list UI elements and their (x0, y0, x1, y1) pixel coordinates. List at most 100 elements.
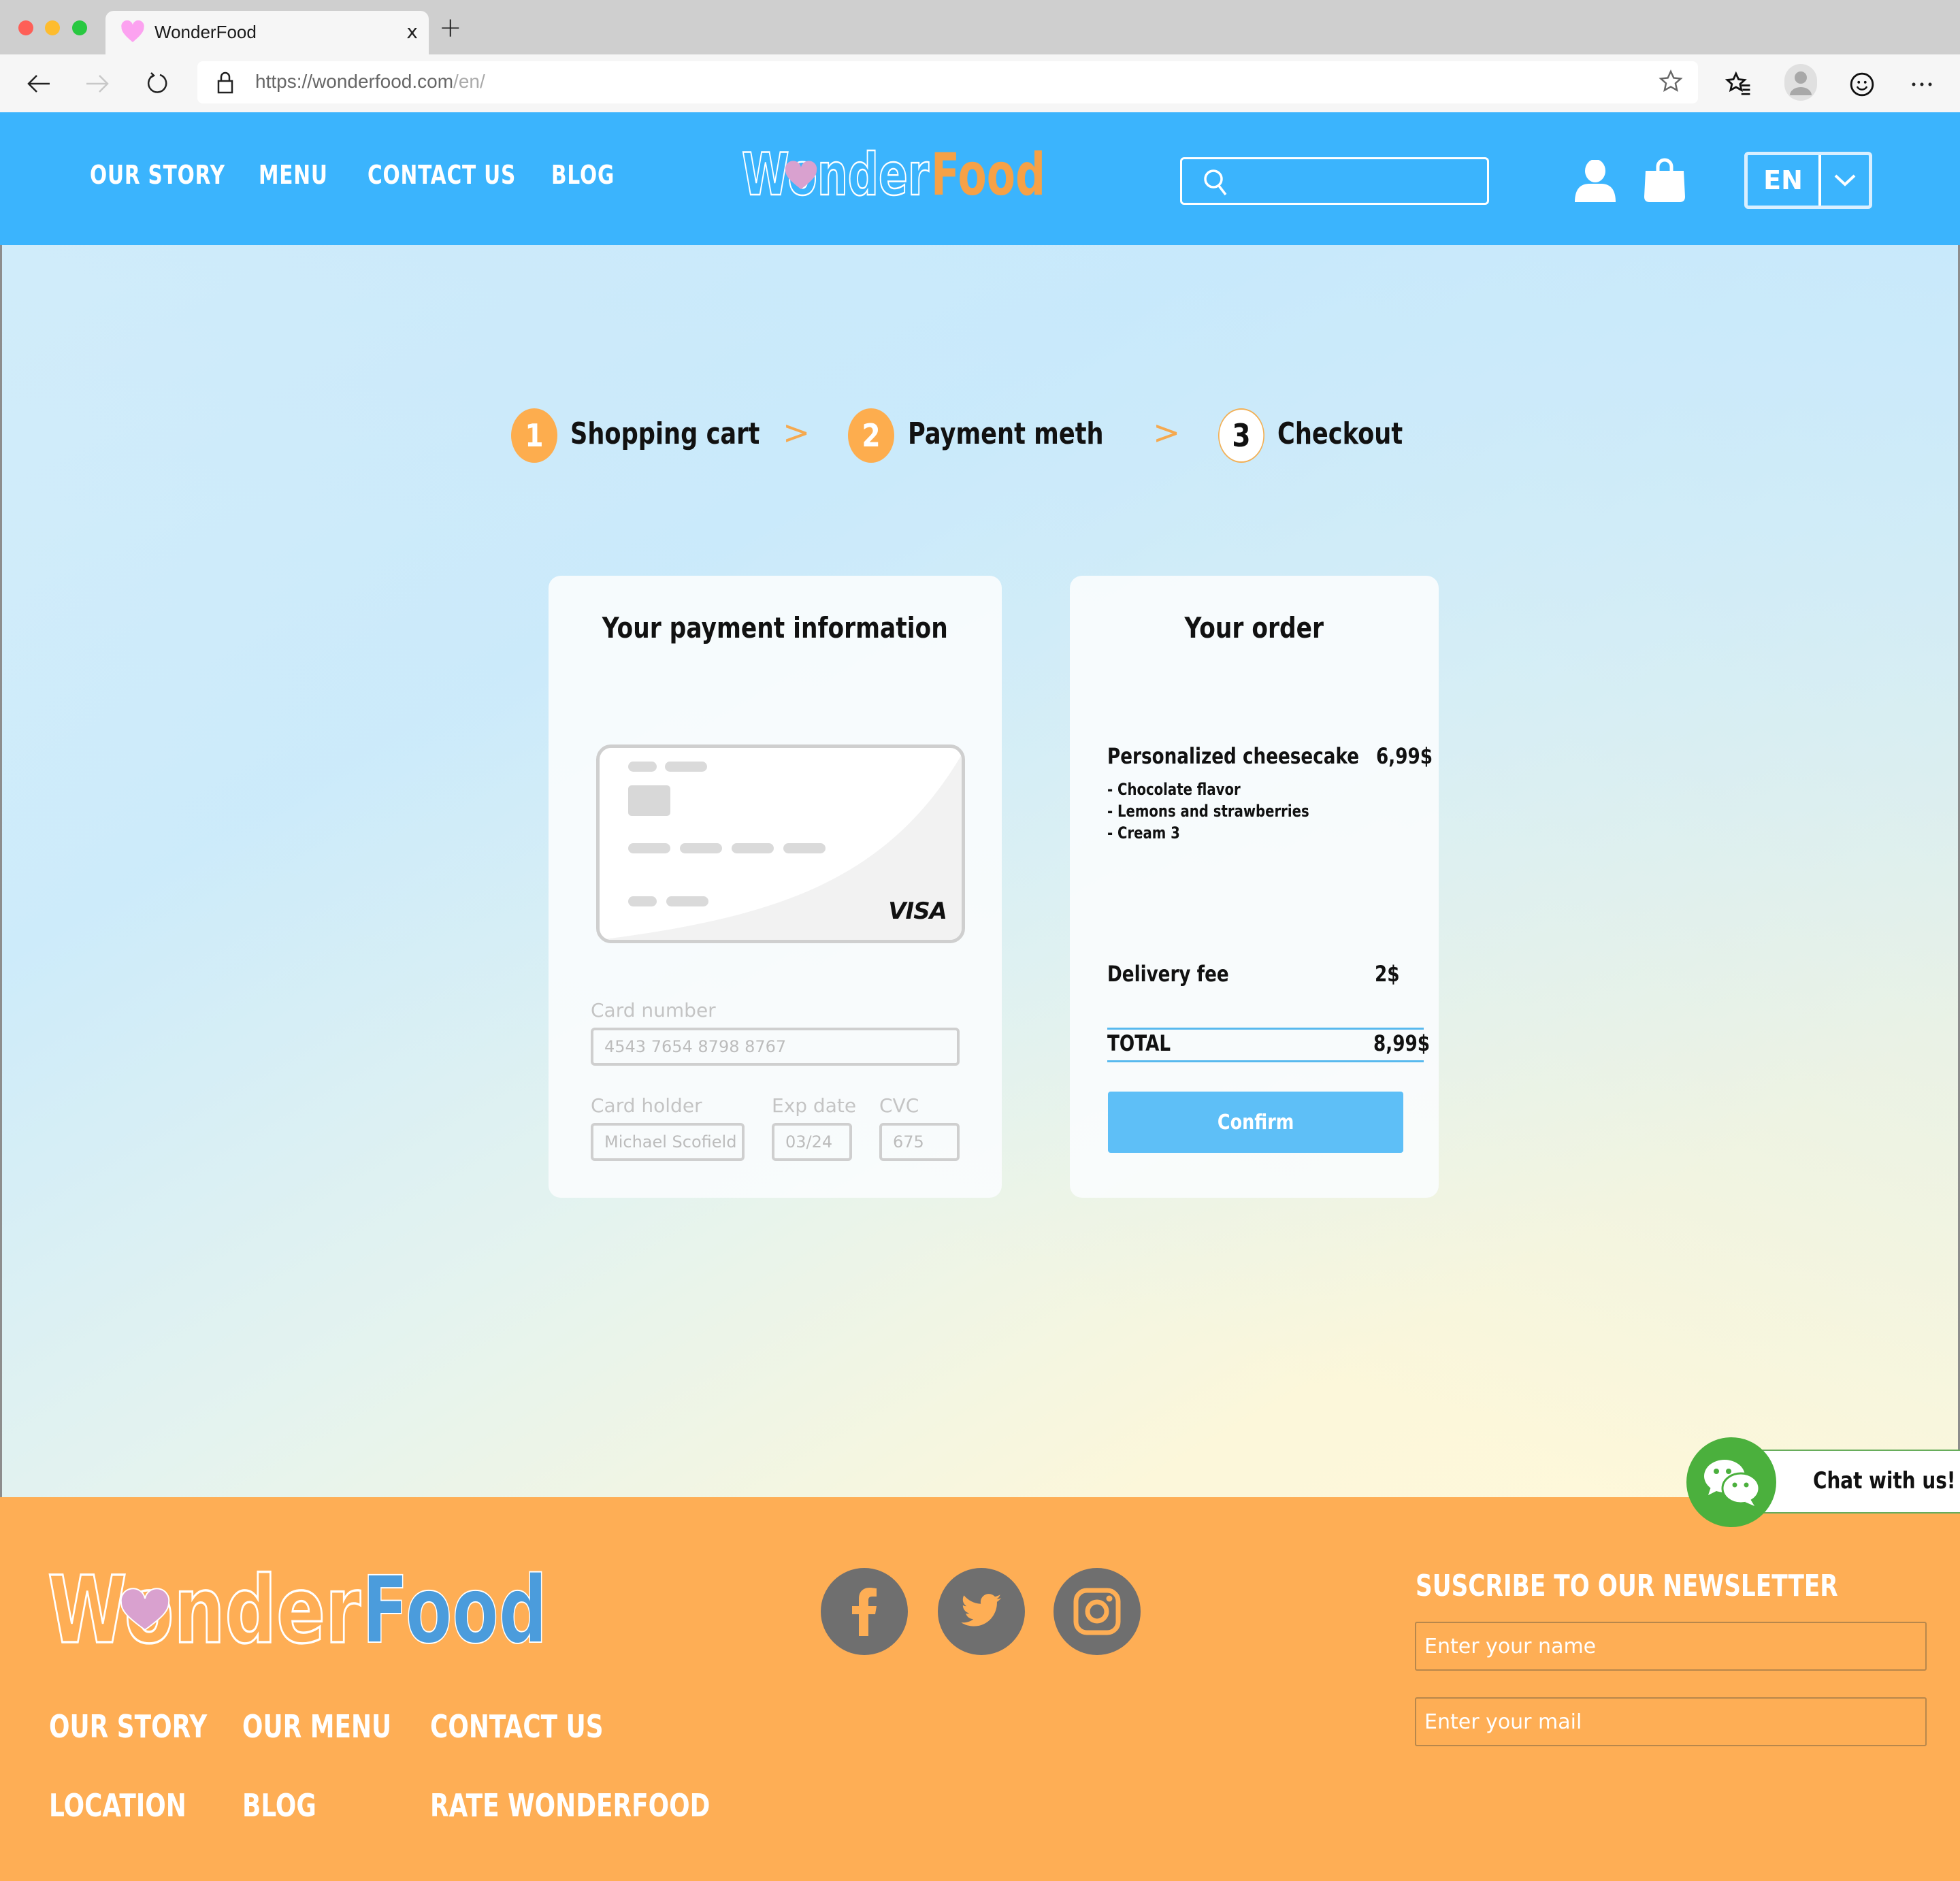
step-3-label: Checkout (1277, 416, 1403, 451)
footer-link-our-menu[interactable]: OUR MENU (242, 1708, 391, 1745)
instagram-link[interactable] (1054, 1568, 1141, 1655)
order-item-price: 6,99$ (1376, 743, 1433, 769)
exp-date-label: Exp date (772, 1094, 857, 1117)
card-placeholder-bar (666, 896, 708, 906)
site-footer: Wonder Food OUR STORY OUR MENU CONTACT U… (0, 1497, 1960, 1881)
total-bottom-divider (1107, 1060, 1424, 1062)
address-bar[interactable]: https://wonderfood.com/en/ (197, 61, 1698, 103)
back-button[interactable] (22, 67, 56, 101)
more-menu-button[interactable] (1907, 69, 1937, 99)
card-number-input[interactable] (591, 1028, 960, 1066)
card-holder-input[interactable] (591, 1123, 745, 1161)
tab-title: WonderFood (154, 22, 257, 42)
step-2-label[interactable]: Payment meth (908, 416, 1104, 451)
confirm-button-label: Confirm (1217, 1110, 1294, 1134)
visa-logo: VISA (888, 898, 947, 925)
card-placeholder-bar (628, 762, 657, 772)
nav-menu[interactable]: MENU (259, 160, 328, 190)
smiley-icon (1850, 72, 1874, 97)
order-item-option: - Cream 3 (1107, 823, 1180, 843)
footer-link-rate-wonderfood[interactable]: RATE WONDERFOOD (430, 1787, 710, 1824)
ellipsis-icon (1912, 82, 1932, 86)
instagram-icon (1073, 1588, 1121, 1635)
exp-date-input[interactable] (772, 1123, 852, 1161)
footer-wonderfood-logo[interactable]: Wonder Food (48, 1562, 551, 1650)
order-item-option: - Lemons and strawberries (1107, 802, 1309, 821)
confirm-button[interactable]: Confirm (1108, 1092, 1403, 1153)
order-panel-title: Your order (1070, 611, 1439, 644)
profile-button[interactable] (1784, 64, 1817, 101)
feedback-button[interactable] (1847, 69, 1877, 99)
search-input[interactable] (1180, 157, 1489, 205)
logo-wonder-text: Wonder (742, 143, 929, 204)
cvc-label: CVC (879, 1094, 919, 1117)
reload-icon (147, 72, 167, 93)
tab-close-icon[interactable]: x (406, 20, 418, 43)
language-selector[interactable]: EN (1744, 152, 1872, 209)
order-item-option: - Chocolate flavor (1107, 780, 1241, 799)
footer-logo-food-text: Food (362, 1562, 547, 1650)
newsletter-name-input[interactable] (1415, 1622, 1927, 1671)
url-host: https://wonderfood.com (255, 71, 454, 92)
browser-tab[interactable]: WonderFood x (105, 11, 429, 54)
lock-icon (217, 71, 233, 94)
step-3-badge: 3 (1218, 408, 1264, 463)
cvc-input[interactable] (879, 1123, 960, 1161)
chevron-down-icon (1834, 174, 1856, 186)
add-favorite-icon[interactable] (1659, 69, 1683, 94)
heart-favicon-icon (121, 20, 144, 42)
step-2-badge[interactable]: 2 (848, 408, 894, 463)
delivery-fee-label: Delivery fee (1107, 961, 1229, 987)
footer-link-our-story[interactable]: OUR STORY (49, 1708, 207, 1745)
footer-link-blog[interactable]: BLOG (242, 1787, 316, 1824)
total-value: 8,99$ (1373, 1030, 1430, 1056)
window-maximize-button[interactable] (72, 20, 87, 35)
url-text: https://wonderfood.com/en/ (255, 71, 485, 93)
arrow-left-icon (27, 75, 50, 93)
site-header: OUR STORY MENU CONTACT US BLOG Wonder Fo… (0, 112, 1960, 245)
footer-link-contact-us[interactable]: CONTACT US (430, 1708, 604, 1745)
order-item-name: Personalized cheesecake (1107, 743, 1360, 769)
shopping-bag-icon[interactable] (1643, 157, 1686, 202)
wechat-icon (1704, 1460, 1761, 1506)
card-number-label: Card number (591, 999, 716, 1021)
logo-food-text: Food (931, 143, 1045, 204)
chat-widget-label: Chat with us! (1813, 1467, 1956, 1494)
card-chip-icon (628, 785, 670, 816)
footer-link-location[interactable]: LOCATION (49, 1787, 186, 1824)
twitter-icon (961, 1594, 1002, 1626)
step-1-label[interactable]: Shopping cart (570, 416, 760, 451)
facebook-icon (852, 1588, 877, 1636)
nav-our-story[interactable]: OUR STORY (90, 160, 225, 190)
language-dropdown-toggle[interactable] (1821, 155, 1869, 206)
forward-button[interactable] (80, 67, 114, 101)
chat-open-button[interactable] (1686, 1437, 1776, 1527)
card-holder-label: Card holder (591, 1094, 702, 1117)
card-placeholder-bar (665, 762, 707, 772)
reload-button[interactable] (140, 67, 174, 101)
card-number-bar (783, 843, 826, 853)
card-placeholder-bar (628, 896, 657, 906)
window-minimize-button[interactable] (45, 20, 60, 35)
step-1-badge[interactable]: 1 (511, 408, 557, 463)
new-tab-button[interactable]: + (439, 12, 462, 44)
arrow-right-icon (86, 75, 109, 93)
payment-info-panel: Your payment information VISA Card numbe… (549, 576, 1002, 1198)
favorites-button[interactable] (1723, 69, 1753, 99)
credit-card-illustration: VISA (596, 745, 965, 943)
checkout-stepper: 1 Shopping cart > 2 Payment meth > 3 Che… (0, 408, 1960, 463)
card-number-bar (628, 843, 670, 853)
facebook-link[interactable] (821, 1568, 908, 1655)
language-code[interactable]: EN (1748, 155, 1821, 206)
window-close-button[interactable] (18, 20, 33, 35)
nav-blog[interactable]: BLOG (551, 160, 615, 190)
card-number-bar (680, 843, 722, 853)
newsletter-mail-input[interactable] (1415, 1697, 1927, 1746)
account-icon[interactable] (1573, 160, 1617, 202)
twitter-link[interactable] (938, 1568, 1025, 1655)
wonderfood-logo[interactable]: Wonder Food (742, 143, 1048, 204)
footer-logo-wonder-text: Wonder (48, 1562, 361, 1650)
order-summary-panel: Your order Personalized cheesecake 6,99$… (1070, 576, 1439, 1198)
nav-contact-us[interactable]: CONTACT US (368, 160, 516, 190)
payment-panel-title: Your payment information (549, 611, 1002, 644)
